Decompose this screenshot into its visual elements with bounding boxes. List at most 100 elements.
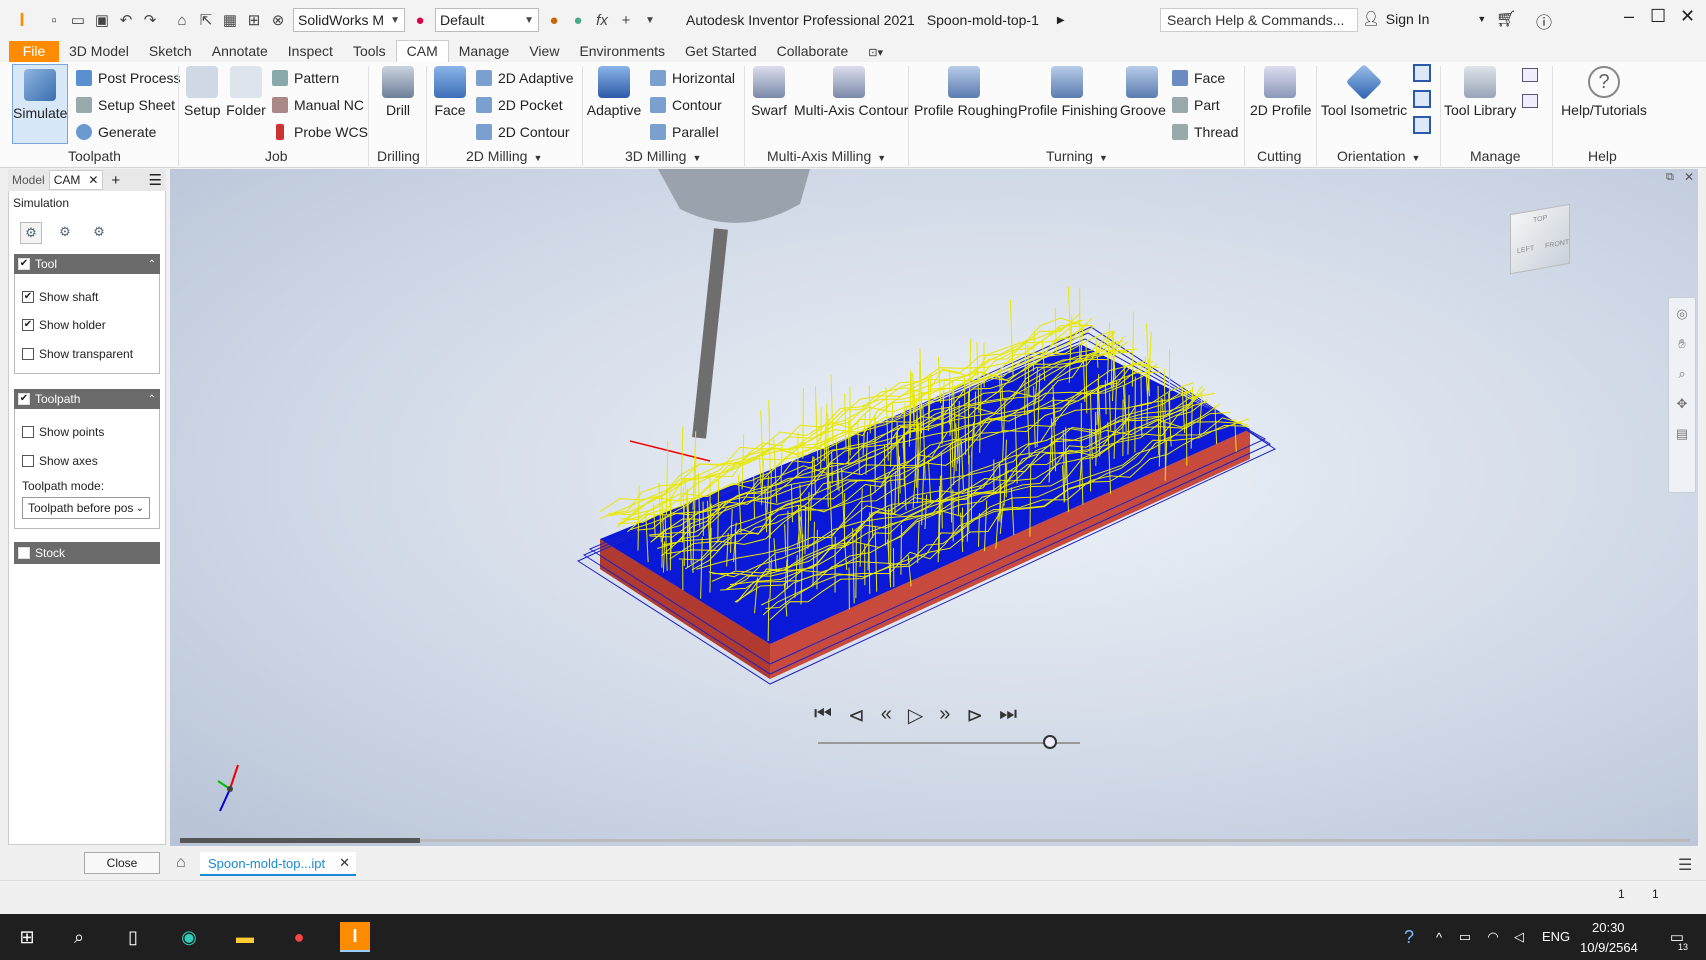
task-view-icon[interactable]: ▯ xyxy=(118,922,148,952)
inventor-taskbar-icon[interactable]: I xyxy=(340,922,370,952)
file-explorer-icon[interactable]: ▬ xyxy=(230,922,260,952)
profile-finishing-button[interactable]: Profile Finishing xyxy=(1018,66,1118,118)
tab-environments[interactable]: Environments xyxy=(569,41,675,62)
view-front-icon[interactable] xyxy=(1413,90,1431,108)
tool-checkbox[interactable]: ✔ xyxy=(18,258,30,270)
menu-icon[interactable]: ☰ xyxy=(149,171,162,189)
folder-button[interactable]: Folder xyxy=(226,66,266,118)
toolpath-mode-select[interactable]: Toolpath before pos ⌄ xyxy=(22,497,150,519)
skip-end-icon[interactable]: ⏭ xyxy=(999,703,1017,728)
new-icon[interactable]: ▫ xyxy=(42,8,66,32)
tab-view[interactable]: View xyxy=(519,41,569,62)
horizontal-button[interactable]: Horizontal xyxy=(650,70,735,86)
manage-templates-icon[interactable] xyxy=(1522,94,1538,108)
sign-in-button[interactable]: 👤︎ Sign In ▼ xyxy=(1362,10,1486,27)
tab-annotate[interactable]: Annotate xyxy=(202,41,278,62)
look-at-icon[interactable]: ▤ xyxy=(1669,426,1695,442)
battery-icon[interactable]: ▭ xyxy=(1450,922,1480,952)
save-icon[interactable]: ▣ xyxy=(90,8,114,32)
profile-roughing-button[interactable]: Profile Roughing xyxy=(914,66,1018,118)
collapse-icon[interactable]: ⌃ xyxy=(148,394,156,405)
document-tab[interactable]: Spoon-mold-top...ipt ✕ xyxy=(200,852,356,876)
tab-sketch[interactable]: Sketch xyxy=(139,41,202,62)
tool-library-button[interactable]: Tool Library xyxy=(1444,66,1516,118)
tab-get-started[interactable]: Get Started xyxy=(675,41,767,62)
skip-start-icon[interactable]: ⏮ xyxy=(814,703,832,728)
search-icon[interactable]: ⌕ xyxy=(64,922,94,952)
panel-label-turning[interactable]: Turning ▼ xyxy=(1046,148,1108,164)
color-sphere-icon[interactable]: ● xyxy=(408,8,432,32)
manual-nc-button[interactable]: Manual NC xyxy=(272,97,364,113)
toolpath-checkbox[interactable]: ✔ xyxy=(18,393,30,405)
scrollbar-thumb[interactable] xyxy=(180,838,420,843)
sim-stats-icon[interactable]: ⚙ xyxy=(88,222,110,244)
post-process-button[interactable]: Post Process xyxy=(76,70,180,86)
next-operation-icon[interactable]: ⊳ xyxy=(966,703,983,728)
volume-icon[interactable]: ◁ xyxy=(1504,922,1534,952)
groove-button[interactable]: Groove xyxy=(1120,66,1166,118)
panel-label-2d-milling[interactable]: 2D Milling ▼ xyxy=(466,148,542,164)
turning-face-button[interactable]: Face xyxy=(1172,70,1225,86)
show-axes-checkbox[interactable] xyxy=(22,455,34,467)
adaptive-button[interactable]: Adaptive xyxy=(586,66,642,118)
plus-icon[interactable]: + xyxy=(614,8,638,32)
tool-isometric-button[interactable]: Tool Isometric xyxy=(1320,63,1408,118)
show-points-checkbox[interactable] xyxy=(22,426,34,438)
redo-icon[interactable]: ↷ xyxy=(138,8,162,32)
tab-inspect[interactable]: Inspect xyxy=(278,41,343,62)
ilogic-icon[interactable]: ⊞ xyxy=(242,8,266,32)
inventor-logo-icon[interactable]: I xyxy=(10,8,34,32)
tab-cam-browser[interactable]: CAM ✕ xyxy=(48,170,104,190)
home-tab-icon[interactable]: ⌂ xyxy=(176,854,186,872)
rewind-icon[interactable]: « xyxy=(881,703,892,728)
maximize-icon[interactable]: ☐ xyxy=(1650,6,1666,27)
panel-label-3d-milling[interactable]: 3D Milling ▼ xyxy=(625,148,701,164)
cart-icon[interactable]: 🛒︎ xyxy=(1496,9,1516,29)
view-side-icon[interactable] xyxy=(1413,116,1431,134)
tool-section-header[interactable]: ✔ Tool ⌃ xyxy=(14,254,160,274)
help-tutorials-button[interactable]: ? Help/Tutorials xyxy=(1558,66,1650,118)
close-button[interactable]: Close xyxy=(84,852,160,874)
minimize-icon[interactable]: – xyxy=(1624,6,1634,27)
add-tab-icon[interactable]: + xyxy=(111,172,120,189)
search-help-input[interactable]: Search Help & Commands... xyxy=(1160,8,1358,32)
stock-checkbox[interactable] xyxy=(18,547,30,559)
setup-button[interactable]: Setup xyxy=(184,66,221,118)
zoom-icon[interactable]: ⌕ xyxy=(1669,366,1695,382)
tab-3d-model[interactable]: 3D Model xyxy=(59,41,139,62)
fast-forward-icon[interactable]: » xyxy=(939,703,950,728)
clock-time[interactable]: 20:30 xyxy=(1592,920,1625,935)
manage-options-icon[interactable] xyxy=(1522,68,1538,82)
document-menu-icon[interactable]: ☰ xyxy=(1678,855,1692,875)
contour-button[interactable]: Contour xyxy=(650,97,722,113)
tab-manage[interactable]: Manage xyxy=(449,41,520,62)
show-axes-option[interactable]: Show axes xyxy=(22,454,98,468)
show-holder-option[interactable]: ✔ Show holder xyxy=(22,318,106,332)
playback-slider-track[interactable] xyxy=(818,742,1080,744)
face-button[interactable]: Face xyxy=(432,66,468,118)
2d-contour-button[interactable]: 2D Contour xyxy=(476,124,570,140)
2d-pocket-button[interactable]: 2D Pocket xyxy=(476,97,563,113)
show-points-option[interactable]: Show points xyxy=(22,425,104,439)
customize-arrow-icon[interactable]: ▼ xyxy=(638,8,662,32)
tab-tools[interactable]: Tools xyxy=(343,41,396,62)
drill-button[interactable]: Drill xyxy=(380,66,416,118)
probe-wcs-button[interactable]: Probe WCS xyxy=(272,124,368,140)
select-icon[interactable]: ⇱ xyxy=(194,8,218,32)
clear-appearance-icon[interactable]: ● xyxy=(542,8,566,32)
show-shaft-option[interactable]: ✔ Show shaft xyxy=(22,290,98,304)
generate-button[interactable]: Generate xyxy=(76,124,156,140)
setup-sheet-button[interactable]: Setup Sheet xyxy=(76,97,175,113)
graphics-viewport[interactable]: TOP LEFT FRONT ⧉ ✕ ◎ ✋︎ ⌕ ✥ ▤ ⏮ ⊲ « ▷ » … xyxy=(170,169,1698,846)
stock-section-header[interactable]: Stock xyxy=(14,542,160,564)
multi-axis-contour-button[interactable]: Multi-Axis Contour xyxy=(794,66,908,118)
clock-date[interactable]: 10/9/2564 xyxy=(1580,940,1638,955)
update-icon[interactable]: ▦ xyxy=(218,8,242,32)
2d-adaptive-button[interactable]: 2D Adaptive xyxy=(476,70,574,86)
help-icon[interactable]: ⓘ xyxy=(1536,9,1552,33)
parallel-button[interactable]: Parallel xyxy=(650,124,719,140)
steering-wheel-icon[interactable]: ◎ xyxy=(1669,306,1695,322)
close-tab-icon[interactable]: ✕ xyxy=(88,173,98,187)
material-combo[interactable]: SolidWorks M ▼ xyxy=(293,8,405,32)
cancel-icon[interactable]: ⊗ xyxy=(266,8,290,32)
